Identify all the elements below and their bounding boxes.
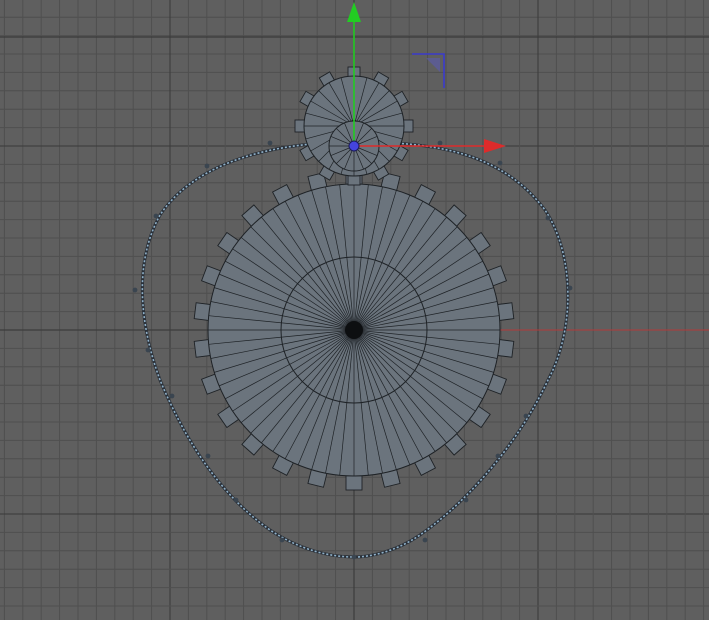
path-control-point: [495, 453, 501, 459]
path-control-point: [463, 497, 469, 503]
path-control-point: [545, 215, 551, 221]
path-control-point: [205, 453, 211, 459]
large-gear-hub: [345, 321, 363, 339]
path-control-point: [351, 554, 357, 560]
viewport-canvas[interactable]: [0, 0, 709, 620]
path-control-point: [523, 413, 529, 419]
3d-viewport[interactable]: [0, 0, 709, 620]
path-control-point: [567, 285, 573, 291]
path-control-point: [437, 140, 443, 146]
path-control-point: [204, 163, 210, 169]
path-control-point: [132, 287, 138, 293]
path-control-point: [497, 160, 503, 166]
path-control-point: [153, 213, 159, 219]
path-control-point: [279, 537, 285, 543]
path-control-point: [267, 140, 273, 146]
path-control-point: [145, 347, 151, 353]
path-control-point: [169, 393, 175, 399]
gizmo-origin-handle: [348, 140, 360, 152]
path-control-point: [233, 497, 239, 503]
path-control-point: [422, 537, 428, 543]
